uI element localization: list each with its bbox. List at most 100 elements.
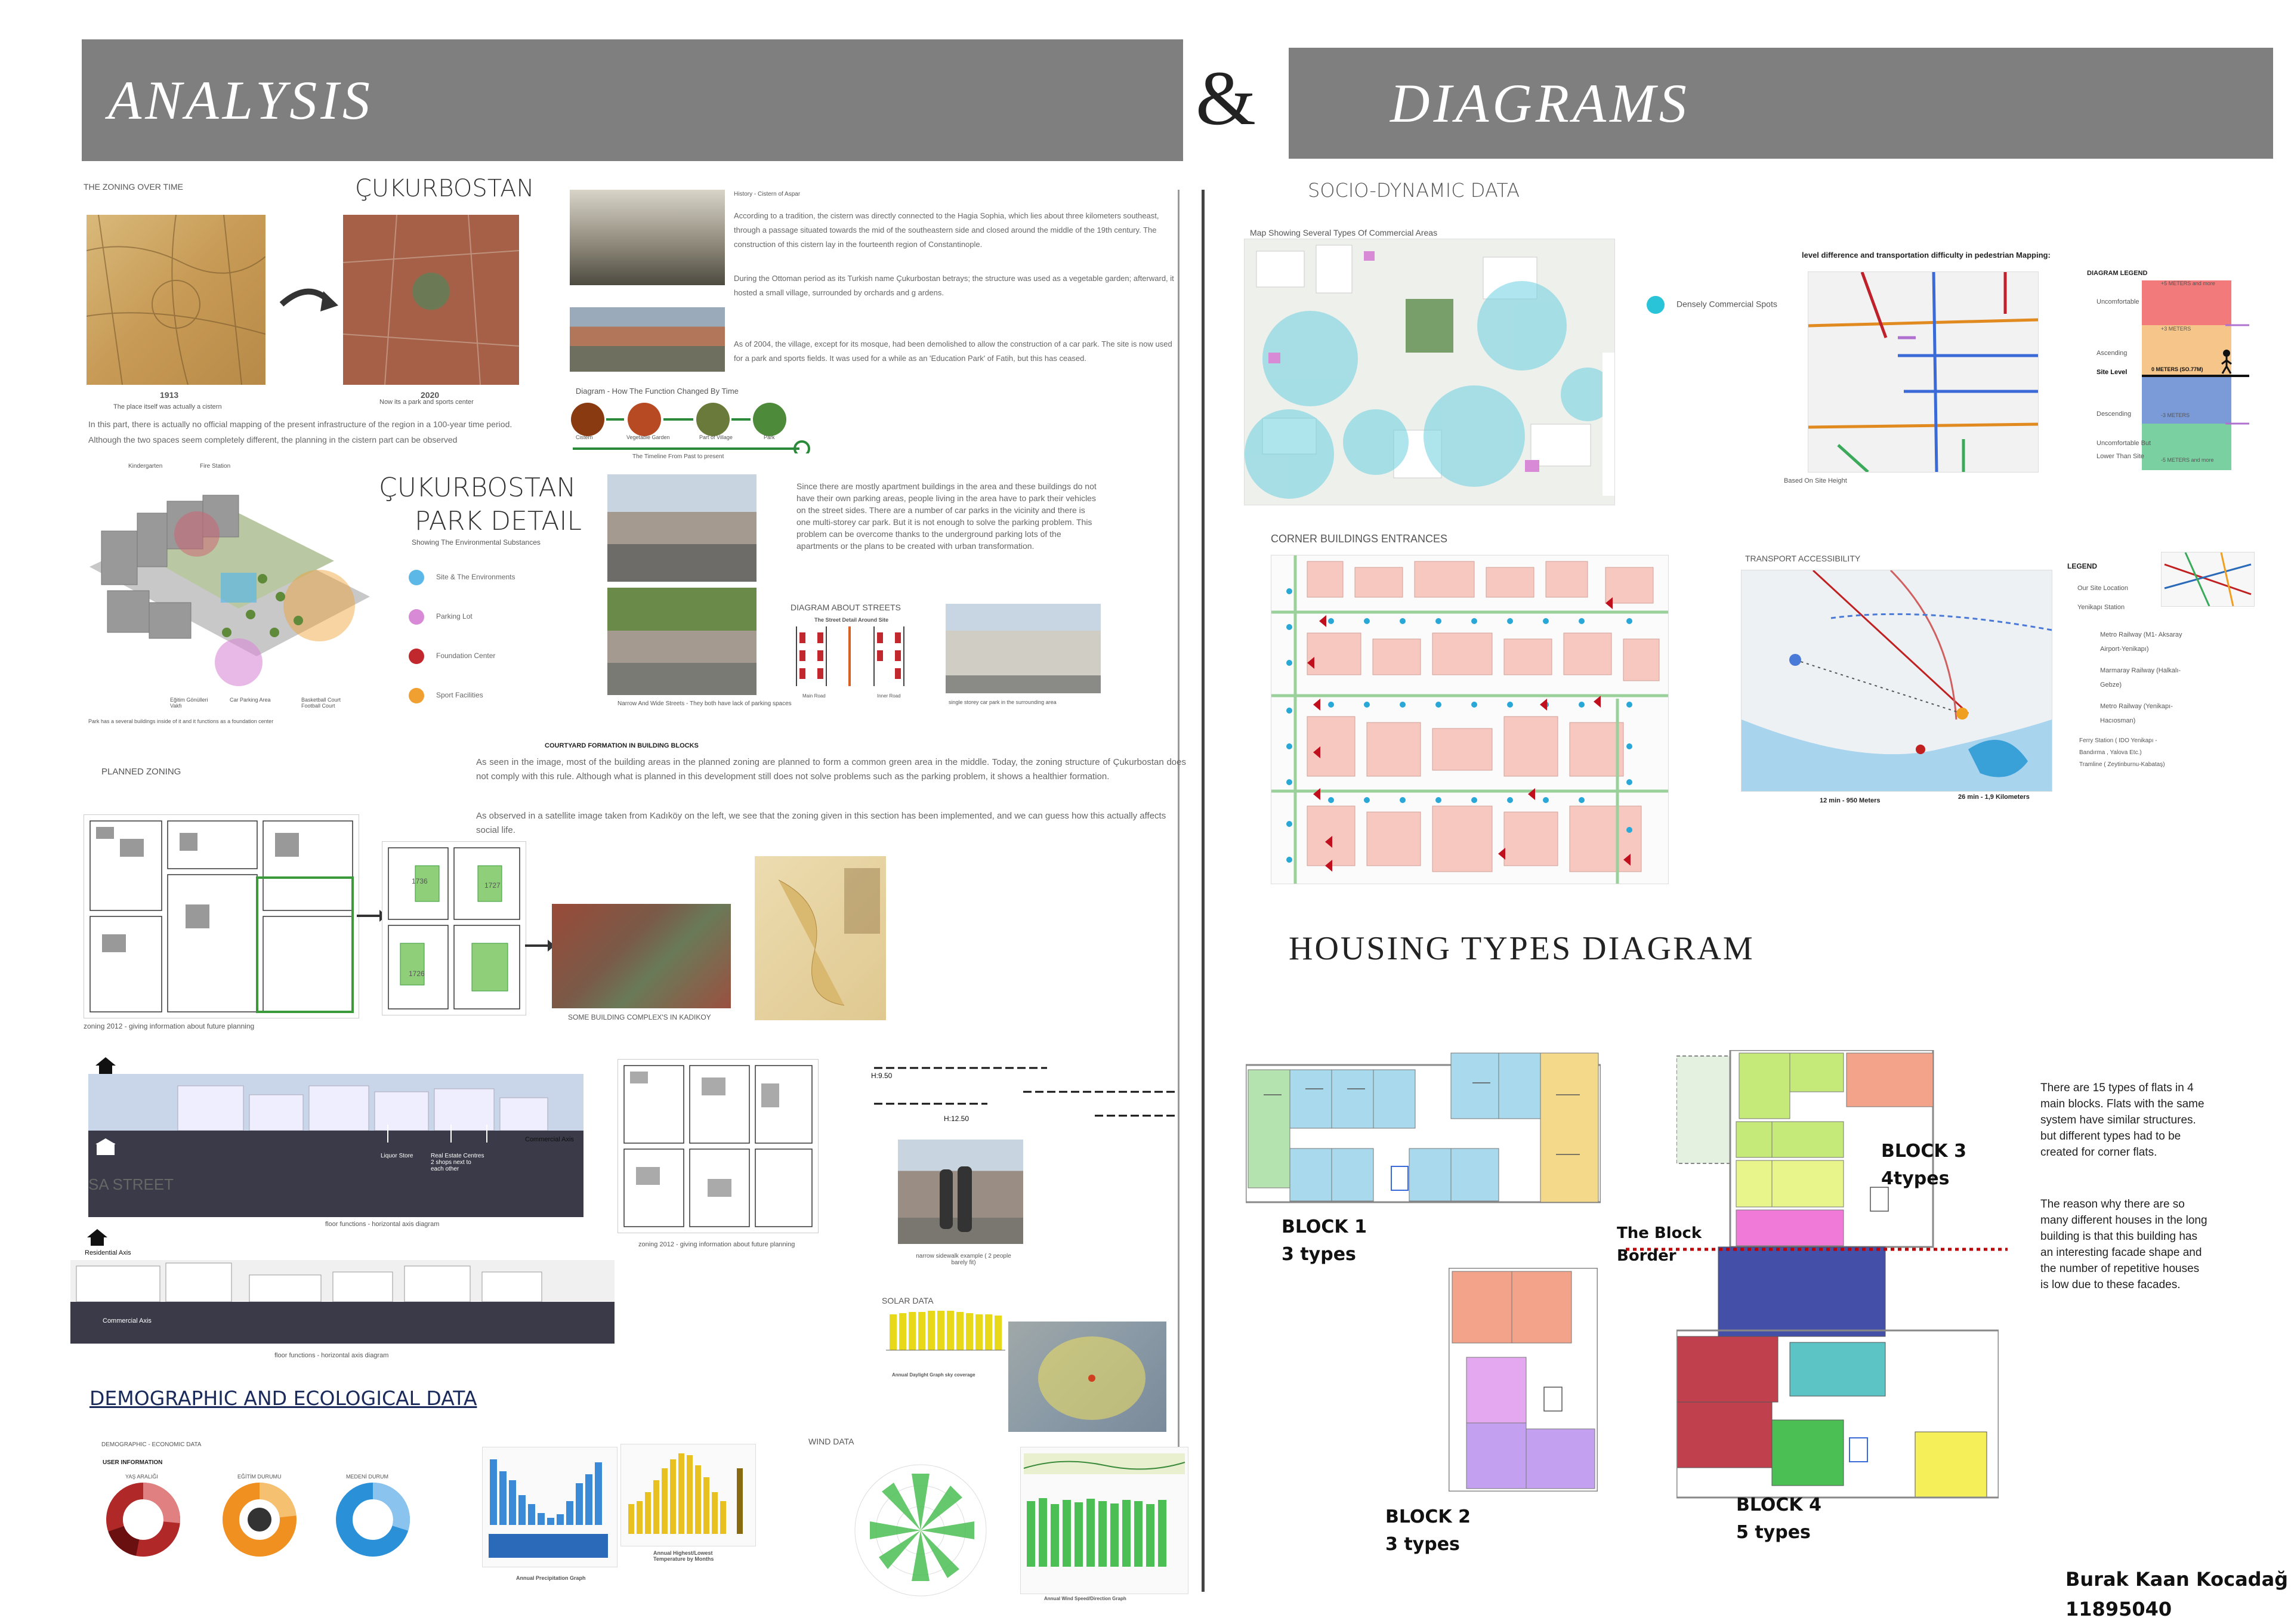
iso-foundation: Eğitim Gönülleri Vakfı bbox=[170, 697, 208, 709]
transport-item-tram: Tramline ( Zeytinburnu-Kabataş) bbox=[2079, 761, 2165, 768]
street-name: SA STREET bbox=[88, 1175, 174, 1193]
stage-garden: Vegetable Garden bbox=[626, 434, 670, 440]
iso-car-park: Car Parking Area bbox=[230, 697, 271, 703]
commercial-map-caption: Map Showing Several Types Of Commercial … bbox=[1250, 228, 1438, 237]
planned-para-1: As seen in the image, most of the buildi… bbox=[476, 757, 1186, 782]
demographic-heading: DEMOGRAPHIC AND ECOLOGICAL DATA bbox=[89, 1387, 477, 1410]
planned-label: PLANNED ZONING bbox=[101, 767, 181, 777]
height-label-1: H:9.50 bbox=[871, 1072, 893, 1080]
street-photo-1 bbox=[607, 474, 757, 582]
function-timeline bbox=[567, 400, 817, 457]
author-id: 11895040 bbox=[2065, 1598, 2172, 1620]
temperature-chart bbox=[620, 1444, 756, 1546]
map-1913 bbox=[87, 215, 265, 385]
block4-label: BLOCK 4 5 types bbox=[1736, 1492, 1821, 1546]
history-photo-2 bbox=[570, 307, 725, 372]
legend-dot-site bbox=[409, 570, 424, 585]
left-column-border bbox=[1178, 190, 1180, 1592]
history-photo-1 bbox=[570, 190, 725, 285]
legend-foundation-label: Foundation Center bbox=[436, 652, 496, 660]
transport-item-m2: Metro Railway (Yenikapı-Hacıosman) bbox=[2100, 703, 2173, 724]
precip-caption: Annual Precipitation Graph bbox=[516, 1575, 586, 1581]
commercial-map bbox=[1244, 239, 1615, 505]
level-caption: Based On Site Height bbox=[1784, 477, 1847, 484]
legend-sport-label: Sport Facilities bbox=[436, 691, 483, 700]
level-item-3down: -3 METERS bbox=[2161, 412, 2190, 418]
block3-name: BLOCK 3 bbox=[1881, 1141, 1966, 1162]
block4-name: BLOCK 4 bbox=[1736, 1495, 1821, 1515]
wind-rose bbox=[846, 1456, 995, 1605]
transport-item-ferry: Ferry Station ( IDO Yenikapı - Bandırma … bbox=[2079, 737, 2157, 756]
stage-cistern: Cistern bbox=[576, 434, 593, 440]
carpark-caption: single storey car park in the surroundin… bbox=[949, 699, 1057, 705]
level-label-site: Site Level bbox=[2097, 369, 2128, 376]
block3-types: 4types bbox=[1881, 1168, 1950, 1189]
plot-1726: 1726 bbox=[409, 970, 425, 978]
zoning-text: In this part, there is actually no offic… bbox=[88, 419, 512, 444]
arrow-icon bbox=[276, 280, 341, 325]
park-title-2: PARK DETAIL bbox=[415, 506, 582, 536]
road-inner-label: Inner Road bbox=[877, 693, 901, 699]
caption-1913: The place itself was actually a cistern bbox=[113, 403, 222, 410]
dense-legend: Densely Commercial Spots bbox=[1647, 296, 1777, 314]
legend-dot-foundation bbox=[409, 649, 424, 664]
block3-4-plan bbox=[1675, 1049, 2000, 1503]
carpark-photo bbox=[946, 604, 1101, 693]
stage-park: Park bbox=[764, 434, 775, 440]
street-photo-caption: Narrow And Wide Streets - They both have… bbox=[617, 700, 792, 707]
road-main-label: Main Road bbox=[802, 693, 826, 699]
demographic-sub: DEMOGRAPHIC - ECONOMIC DATA bbox=[101, 1441, 202, 1448]
plot-1727: 1727 bbox=[484, 881, 501, 890]
rail-distance: 26 min - 1,9 Kilometers bbox=[1958, 794, 2030, 801]
transport-item-site: Our Site Location bbox=[2077, 585, 2128, 592]
diagrams-title: DIAGRAMS bbox=[1390, 73, 1690, 134]
block2-plan bbox=[1447, 1267, 1599, 1493]
liquor-label: Liquor Store bbox=[381, 1153, 413, 1159]
author-name: Burak Kaan Kocadağ bbox=[2065, 1568, 2289, 1591]
streets-section-diagram bbox=[793, 626, 913, 698]
level-map bbox=[1808, 271, 2039, 473]
level-label-lower: Uncomfortable But Lower Than Site bbox=[2097, 440, 2151, 460]
level-label-ascending: Ascending bbox=[2097, 350, 2128, 357]
zoning-plan-caption: zoning 2012 - giving information about f… bbox=[84, 1022, 255, 1030]
transport-item-marmaray: Marmaray Railway (Halkalı-Gebze) bbox=[2100, 667, 2181, 688]
plot-1736: 1736 bbox=[412, 877, 428, 885]
block1-types: 3 types bbox=[1282, 1244, 1356, 1265]
wind-caption: Annual Wind Speed/Direction Graph bbox=[1044, 1596, 1126, 1601]
stage-village: Part of Village bbox=[699, 434, 733, 440]
axis-diagram-2 bbox=[70, 1260, 615, 1344]
legend-site: Site & The Environments bbox=[409, 570, 515, 585]
park-isometric bbox=[84, 459, 376, 710]
block2-name: BLOCK 2 bbox=[1385, 1506, 1471, 1527]
ampersand: & bbox=[1196, 55, 1256, 141]
solar-caption: Annual Daylight Graph sky coverage bbox=[892, 1372, 975, 1378]
legend-dot-sport bbox=[409, 688, 424, 703]
level-item-5up: +5 METERS and more bbox=[2161, 280, 2215, 286]
legend-dot-parking bbox=[409, 609, 424, 625]
dense-dot-icon bbox=[1647, 296, 1665, 314]
corner-map bbox=[1271, 555, 1669, 884]
kadikoy-satellite bbox=[552, 904, 731, 1008]
iso-fire-station: Fire Station bbox=[200, 463, 231, 470]
diagrams-banner: DIAGRAMS bbox=[1289, 48, 2273, 159]
zoning-plan-3 bbox=[617, 1059, 819, 1233]
transport-map bbox=[1741, 569, 2052, 792]
history-caption: History - Cistern of Aspar bbox=[734, 191, 801, 197]
iso-caption: Park has a several buildings inside of i… bbox=[88, 718, 274, 724]
history-para-2: During the Ottoman period as its Turkish… bbox=[734, 274, 1174, 297]
zoning-plan-2 bbox=[382, 841, 526, 1015]
solar-label: SOLAR DATA bbox=[882, 1296, 934, 1305]
function-diagram-title: Diagram - How The Function Changed By Ti… bbox=[576, 387, 739, 396]
legend-parking: Parking Lot bbox=[409, 609, 515, 625]
residential-axis-2: Residential Axis bbox=[85, 1249, 131, 1256]
streets-diagram-sub: The Street Detail Around Site bbox=[814, 617, 889, 623]
analysis-title: ANALYSIS bbox=[108, 70, 373, 131]
height-label-2: H:12.50 bbox=[944, 1114, 969, 1123]
analysis-banner: ANALYSIS bbox=[82, 39, 1183, 161]
history-para-3: As of 2004, the village, except for its … bbox=[734, 339, 1172, 363]
caption-2020: Now its a park and sports center bbox=[379, 399, 474, 406]
center-divider bbox=[1202, 190, 1205, 1592]
park-title-1: ÇUKURBOSTAN bbox=[379, 473, 576, 503]
corner-title: CORNER BUILDINGS ENTRANCES bbox=[1271, 533, 1448, 545]
zoning-label: THE ZONING OVER TIME bbox=[84, 182, 183, 192]
